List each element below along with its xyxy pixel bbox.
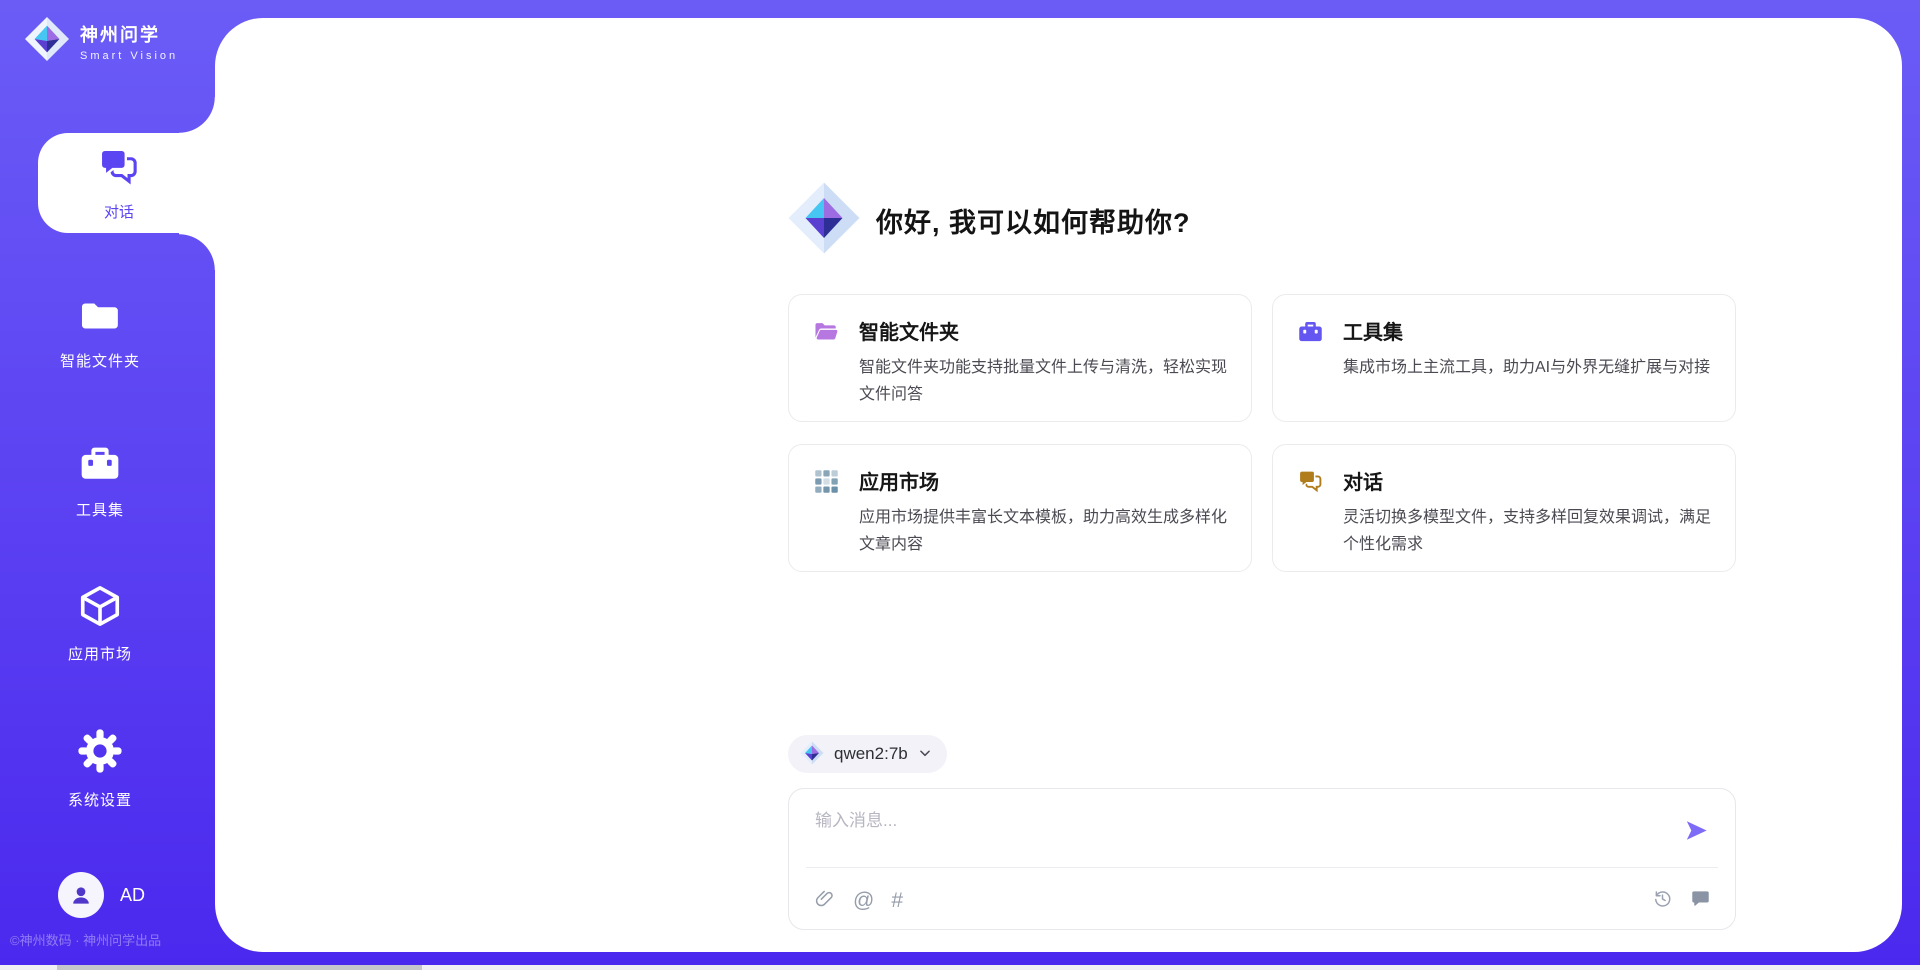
user-profile[interactable]: AD <box>58 872 145 918</box>
chat-bubbles-icon <box>97 145 141 194</box>
sidebar-item-label: 对话 <box>104 201 134 222</box>
card-toolset[interactable]: 工具集 集成市场上主流工具，助力AI与外界无缝扩展与对接 <box>1272 294 1736 422</box>
toolbox-icon <box>78 441 122 490</box>
user-initials: AD <box>120 885 145 906</box>
gear-icon <box>76 727 124 780</box>
feedback-chat-icon[interactable] <box>1690 888 1711 913</box>
history-icon[interactable] <box>1652 888 1673 913</box>
main-panel: 你好, 我可以如何帮助你? 智能文件夹 智能文件夹功能支持批量文件上传与清洗，轻… <box>215 18 1902 952</box>
brand-diamond-logo <box>787 181 861 260</box>
card-desc: 应用市场提供丰富长文本模板，助力高效生成多样化文章内容 <box>859 504 1231 558</box>
at-icon[interactable]: @ <box>853 891 874 911</box>
tab-fillet-top <box>179 97 216 134</box>
composer-divider <box>806 867 1718 868</box>
card-title: 应用市场 <box>859 466 1231 495</box>
cube-icon <box>77 583 123 634</box>
hash-icon[interactable]: # <box>891 891 903 911</box>
greeting-text: 你好, 我可以如何帮助你? <box>876 201 1191 240</box>
app-grid-icon <box>813 466 840 571</box>
app-subtitle: Smart Vision <box>80 50 178 62</box>
send-button[interactable] <box>1681 817 1711 847</box>
sidebar-item-toolset[interactable]: 工具集 <box>0 441 200 520</box>
sidebar-item-label: 系统设置 <box>68 789 132 810</box>
card-smart-folder[interactable]: 智能文件夹 智能文件夹功能支持批量文件上传与清洗，轻松实现文件问答 <box>788 294 1252 422</box>
card-title: 对话 <box>1343 466 1715 495</box>
logo-diamond-icon <box>24 16 70 67</box>
sidebar-item-label: 工具集 <box>76 499 124 520</box>
tab-fillet-bottom <box>179 233 216 270</box>
horizontal-scrollbar <box>0 965 1920 970</box>
attach-file-icon[interactable] <box>815 888 836 913</box>
message-input[interactable] <box>815 806 1655 862</box>
sidebar-item-smart-folder[interactable]: 智能文件夹 <box>0 294 200 371</box>
model-diamond-icon <box>800 741 824 768</box>
app-name: 神州问学 <box>80 21 178 47</box>
greeting-row: 你好, 我可以如何帮助你? <box>787 181 1191 260</box>
scrollbar-thumb[interactable] <box>57 965 422 970</box>
app-logo: 神州问学 Smart Vision <box>24 16 178 67</box>
sidebar-item-label: 应用市场 <box>68 643 132 664</box>
folder-open-icon <box>813 316 840 421</box>
chat-bubbles-icon <box>1297 466 1324 571</box>
card-title: 智能文件夹 <box>859 316 1231 345</box>
model-selector[interactable]: qwen2:7b <box>788 735 947 773</box>
card-desc: 智能文件夹功能支持批量文件上传与清洗，轻松实现文件问答 <box>859 354 1231 408</box>
chevron-down-icon <box>918 746 932 763</box>
card-app-market[interactable]: 应用市场 应用市场提供丰富长文本模板，助力高效生成多样化文章内容 <box>788 444 1252 572</box>
sidebar: 神州问学 Smart Vision 对话 智能文件夹 <box>0 0 215 970</box>
avatar <box>58 872 104 918</box>
toolbox-icon <box>1297 316 1324 421</box>
sidebar-item-settings[interactable]: 系统设置 <box>0 727 200 810</box>
sidebar-item-label: 智能文件夹 <box>60 350 140 371</box>
card-desc: 灵活切换多模型文件，支持多样回复效果调试，满足个性化需求 <box>1343 504 1715 558</box>
card-chat[interactable]: 对话 灵活切换多模型文件，支持多样回复效果调试，满足个性化需求 <box>1272 444 1736 572</box>
sidebar-item-chat[interactable]: 对话 <box>38 133 216 233</box>
model-name: qwen2:7b <box>834 744 908 764</box>
copyright-footer: ©神州数码 · 神州问学出品 <box>10 930 161 949</box>
folder-icon <box>79 294 121 341</box>
feature-cards: 智能文件夹 智能文件夹功能支持批量文件上传与清洗，轻松实现文件问答 工具集 集成… <box>788 294 1736 572</box>
card-desc: 集成市场上主流工具，助力AI与外界无缝扩展与对接 <box>1343 354 1715 381</box>
card-title: 工具集 <box>1343 316 1715 345</box>
sidebar-item-app-market[interactable]: 应用市场 <box>0 583 200 664</box>
message-composer: @ # <box>788 788 1736 930</box>
